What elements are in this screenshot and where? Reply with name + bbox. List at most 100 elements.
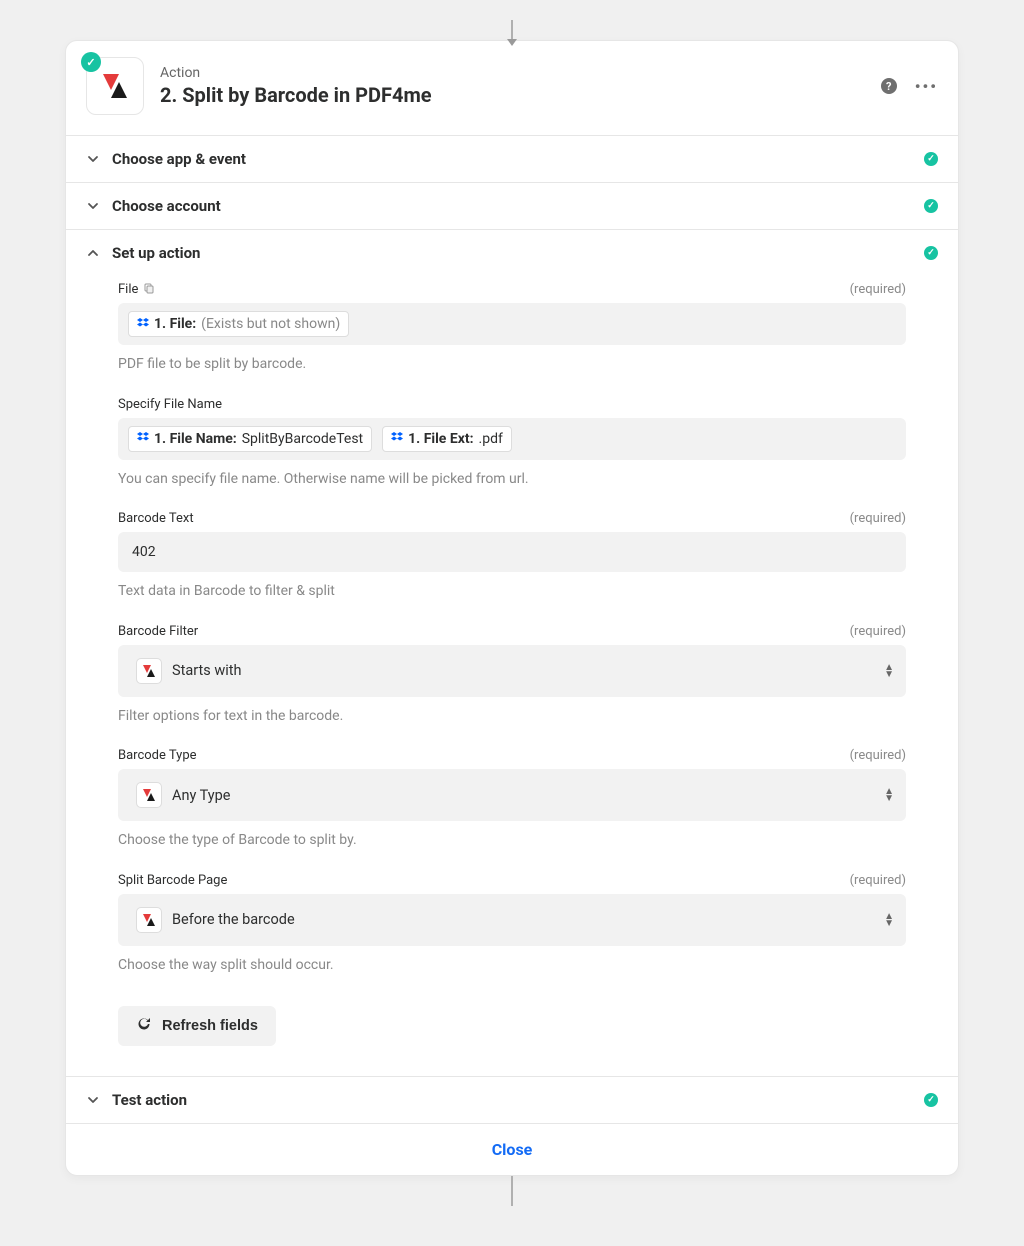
section-header-test[interactable]: Test action: [66, 1077, 958, 1123]
select-inner: Starts with: [128, 653, 249, 689]
field-label: Barcode Type: [118, 748, 197, 763]
field-help: Text data in Barcode to filter & split: [118, 582, 906, 602]
sort-icon: ▲▼: [884, 788, 894, 802]
filename-input[interactable]: 1. File Name: SplitByBarcodeTest 1. File…: [118, 418, 906, 460]
field-label-row: Specify File Name: [118, 397, 906, 412]
field-label-row: Barcode Filter (required): [118, 624, 906, 639]
value-pill[interactable]: 1. File: (Exists but not shown): [128, 311, 349, 337]
section-choose-app: Choose app & event: [66, 135, 958, 182]
chevron-down-icon: [86, 200, 100, 212]
select-value: Before the barcode: [172, 911, 295, 928]
barcode-filter-select[interactable]: Starts with ▲▼: [118, 645, 906, 697]
refresh-row: Refresh fields: [118, 1006, 906, 1046]
check-icon: [924, 199, 938, 213]
field-required: (required): [850, 873, 906, 888]
pdf4me-icon: [97, 68, 133, 104]
copy-icon[interactable]: [144, 283, 154, 297]
card-header: Action 2. Split by Barcode in PDF4me ? •…: [66, 41, 958, 135]
section-choose-account: Choose account: [66, 182, 958, 229]
section-title: Test action: [112, 1091, 924, 1109]
chevron-down-icon: [86, 153, 100, 165]
refresh-fields-button[interactable]: Refresh fields: [118, 1006, 276, 1046]
connector-line-bottom: [511, 1176, 513, 1206]
field-label: Split Barcode Page: [118, 873, 227, 888]
field-required: (required): [850, 282, 906, 297]
field-label-row: File (required): [118, 282, 906, 297]
field-help: PDF file to be split by barcode.: [118, 355, 906, 375]
field-required: (required): [850, 511, 906, 526]
field-barcode-filter: Barcode Filter (required) Starts with ▲▼…: [118, 624, 906, 727]
select-value: Any Type: [172, 787, 230, 804]
dropbox-icon: [137, 432, 149, 445]
field-filename: Specify File Name 1. File Name: SplitByB…: [118, 397, 906, 490]
header-title: 2. Split by Barcode in PDF4me: [160, 83, 881, 107]
section-header-choose-app[interactable]: Choose app & event: [66, 136, 958, 182]
pdf4me-icon: [136, 658, 162, 684]
section-test-action: Test action: [66, 1076, 958, 1123]
check-icon: [924, 152, 938, 166]
field-help: Choose the way split should occur.: [118, 956, 906, 976]
select-inner: Before the barcode: [128, 902, 303, 938]
field-barcode-text: Barcode Text (required) 402 Text data in…: [118, 511, 906, 602]
barcode-text-input[interactable]: 402: [118, 532, 906, 572]
more-icon[interactable]: •••: [915, 77, 938, 96]
field-help: Choose the type of Barcode to split by.: [118, 831, 906, 851]
dropbox-icon: [137, 318, 149, 331]
section-setup-action: Set up action File (required): [66, 229, 958, 1076]
field-help: Filter options for text in the barcode.: [118, 707, 906, 727]
file-input[interactable]: 1. File: (Exists but not shown): [118, 303, 906, 345]
action-card: Action 2. Split by Barcode in PDF4me ? •…: [65, 40, 959, 1176]
chevron-down-icon: [86, 1094, 100, 1106]
header-kicker: Action: [160, 65, 881, 81]
section-body-setup: File (required) 1. File: (Exists but not…: [66, 276, 958, 1076]
pill-prefix: 1. File:: [154, 316, 196, 332]
check-icon: [924, 246, 938, 260]
value-pill[interactable]: 1. File Ext: .pdf: [382, 426, 512, 452]
dropbox-icon: [391, 432, 403, 445]
section-title: Choose account: [112, 197, 924, 215]
field-label-row: Split Barcode Page (required): [118, 873, 906, 888]
pdf4me-icon: [136, 782, 162, 808]
field-split-page: Split Barcode Page (required) Before the…: [118, 873, 906, 976]
pill-prefix: 1. File Ext:: [408, 431, 473, 447]
refresh-icon: [136, 1016, 152, 1036]
section-header-setup[interactable]: Set up action: [66, 230, 958, 276]
field-label: Barcode Filter: [118, 624, 198, 639]
select-value: Starts with: [172, 662, 241, 679]
pill-prefix: 1. File Name:: [154, 431, 237, 447]
field-required: (required): [850, 748, 906, 763]
refresh-label: Refresh fields: [162, 1018, 258, 1034]
pill-value: (Exists but not shown): [201, 316, 340, 332]
field-file: File (required) 1. File: (Exists but not…: [118, 282, 906, 375]
field-label-text: File: [118, 282, 138, 297]
field-label: Specify File Name: [118, 397, 222, 412]
header-text: Action 2. Split by Barcode in PDF4me: [160, 65, 881, 107]
section-title: Choose app & event: [112, 150, 924, 168]
value-pill[interactable]: 1. File Name: SplitByBarcodeTest: [128, 426, 372, 452]
pill-value: SplitByBarcodeTest: [242, 431, 363, 447]
field-barcode-type: Barcode Type (required) Any Type ▲▼ Choo…: [118, 748, 906, 851]
close-bar: Close: [66, 1123, 958, 1175]
chevron-up-icon: [86, 247, 100, 259]
field-label-row: Barcode Text (required): [118, 511, 906, 526]
select-inner: Any Type: [128, 777, 238, 813]
app-icon: [86, 57, 144, 115]
sort-icon: ▲▼: [884, 664, 894, 678]
connector-arrow-top: [511, 20, 513, 40]
pill-value: .pdf: [479, 431, 503, 447]
section-title: Set up action: [112, 244, 924, 262]
split-page-select[interactable]: Before the barcode ▲▼: [118, 894, 906, 946]
section-header-choose-account[interactable]: Choose account: [66, 183, 958, 229]
pdf4me-icon: [136, 907, 162, 933]
field-required: (required): [850, 624, 906, 639]
field-help: You can specify file name. Otherwise nam…: [118, 470, 906, 490]
field-label: File: [118, 282, 154, 297]
close-button[interactable]: Close: [492, 1140, 533, 1159]
status-badge-icon: [81, 52, 101, 72]
check-icon: [924, 1093, 938, 1107]
barcode-type-select[interactable]: Any Type ▲▼: [118, 769, 906, 821]
field-label: Barcode Text: [118, 511, 194, 526]
field-label-row: Barcode Type (required): [118, 748, 906, 763]
sort-icon: ▲▼: [884, 913, 894, 927]
help-icon[interactable]: ?: [881, 78, 897, 94]
